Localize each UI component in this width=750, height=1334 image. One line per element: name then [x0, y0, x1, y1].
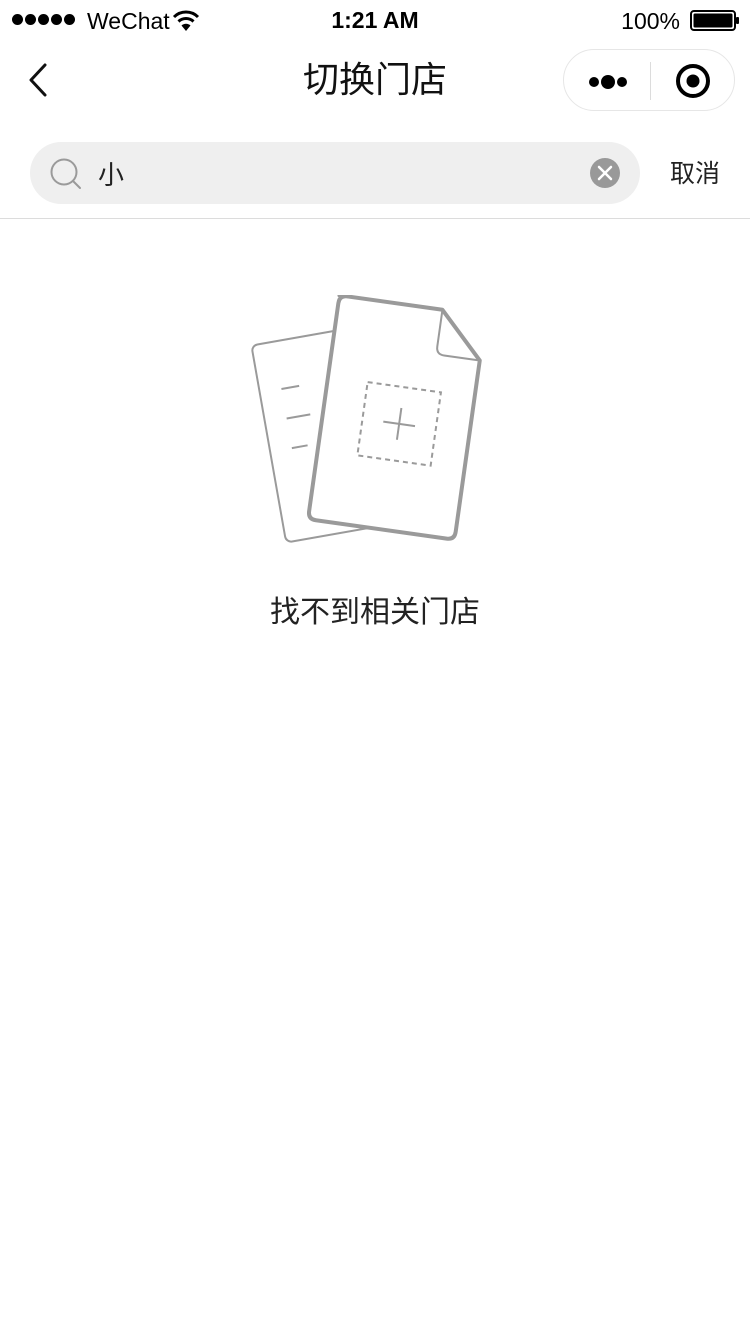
empty-state-message: 找不到相关门店 [270, 595, 480, 630]
search-row: 取消 [0, 142, 750, 204]
header-divider [0, 218, 750, 219]
status-bar: WeChat 1:21 AM 100% [0, 0, 750, 40]
search-input[interactable] [96, 142, 576, 204]
navigation-bar: 切换门店 [0, 40, 750, 130]
more-dots-icon [589, 75, 627, 89]
search-icon [50, 158, 81, 189]
target-close-icon [676, 64, 710, 98]
battery-icon [690, 10, 739, 31]
battery-percent: 100% [621, 8, 680, 34]
close-miniprogram-button[interactable] [651, 50, 735, 110]
clear-icon [590, 158, 620, 188]
empty-documents-icon [251, 295, 482, 543]
cancel-button[interactable]: 取消 [660, 154, 730, 194]
more-button[interactable] [564, 50, 650, 110]
mini-program-capsule [563, 49, 735, 111]
clear-search-button[interactable] [588, 156, 622, 190]
search-box[interactable] [30, 142, 640, 204]
